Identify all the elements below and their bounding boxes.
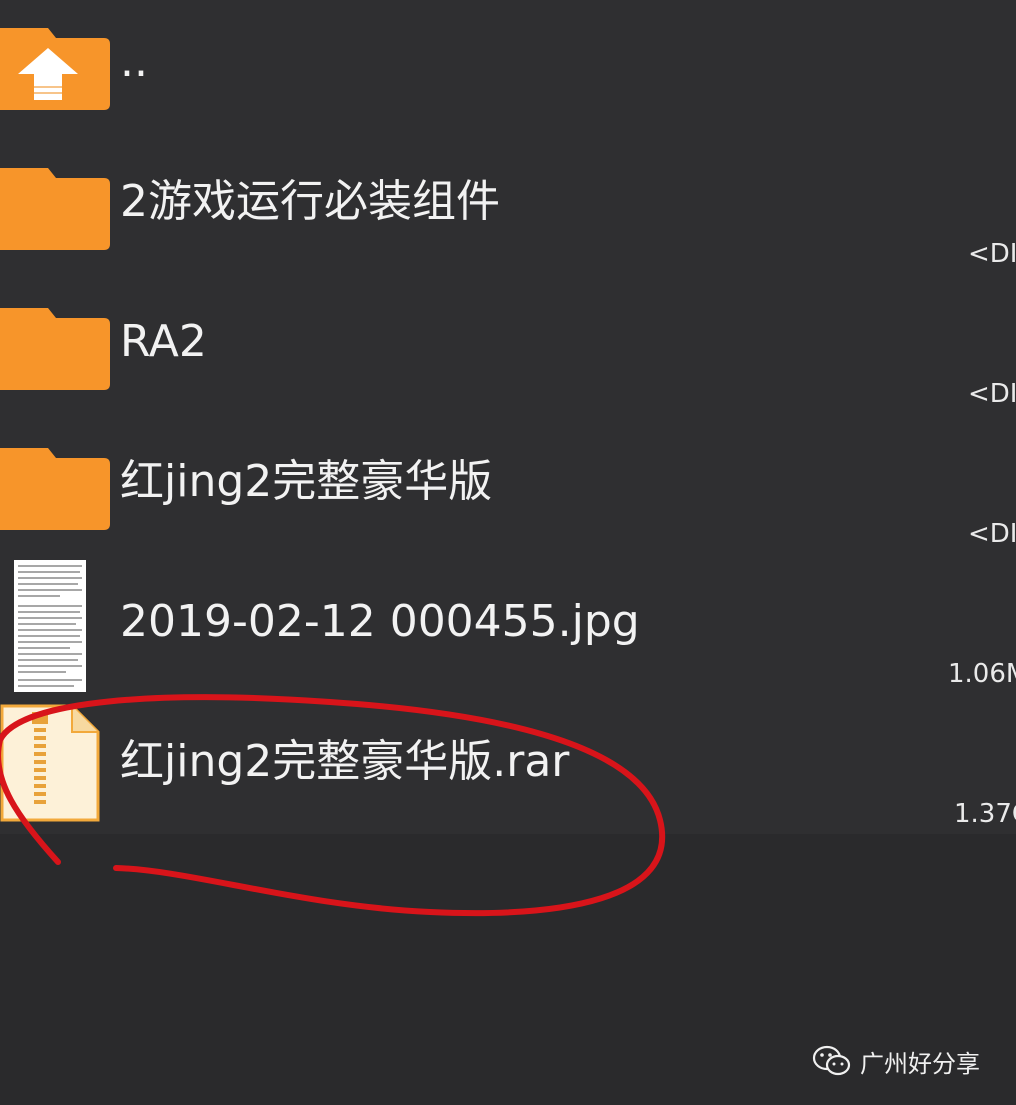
file-row-parent[interactable]: .. [0, 0, 1016, 140]
watermark: 广州好分享 [812, 1044, 980, 1078]
file-row-folder[interactable]: 红jing2完整豪华版 <DIR> [0, 420, 1016, 560]
file-size: <DIR> [968, 519, 1016, 549]
image-thumbnail-icon [14, 560, 86, 692]
folder-icon [0, 168, 110, 250]
folder-up-icon [0, 28, 110, 110]
file-list: .. 2游戏运行必装组件 <DIR> RA2 <DIR> 红jing2完整豪华版… [0, 0, 1016, 834]
file-size: 1.37G [954, 799, 1016, 829]
folder-icon [0, 448, 110, 530]
file-name: 2019-02-12 000455.jpg [120, 596, 640, 647]
file-name: .. [120, 36, 148, 87]
file-name: RA2 [120, 316, 207, 367]
archive-zip-icon [0, 704, 100, 822]
file-name: 2游戏运行必装组件 [120, 176, 500, 227]
wechat-icon [812, 1045, 851, 1076]
file-size: 1.06M [948, 659, 1016, 689]
file-row-folder[interactable]: RA2 <DIR> [0, 280, 1016, 420]
file-size: <DIR> [968, 239, 1016, 269]
file-row-archive[interactable]: 红jing2完整豪华版.rar 1.37G [0, 700, 1016, 840]
file-row-folder[interactable]: 2游戏运行必装组件 <DIR> [0, 140, 1016, 280]
file-name: 红jing2完整豪华版.rar [120, 736, 570, 787]
file-size: <DIR> [968, 379, 1016, 409]
watermark-text: 广州好分享 [860, 1049, 980, 1078]
file-row-image[interactable]: 2019-02-12 000455.jpg 1.06M [0, 560, 1016, 700]
folder-icon [0, 308, 110, 390]
file-name: 红jing2完整豪华版 [120, 456, 493, 507]
